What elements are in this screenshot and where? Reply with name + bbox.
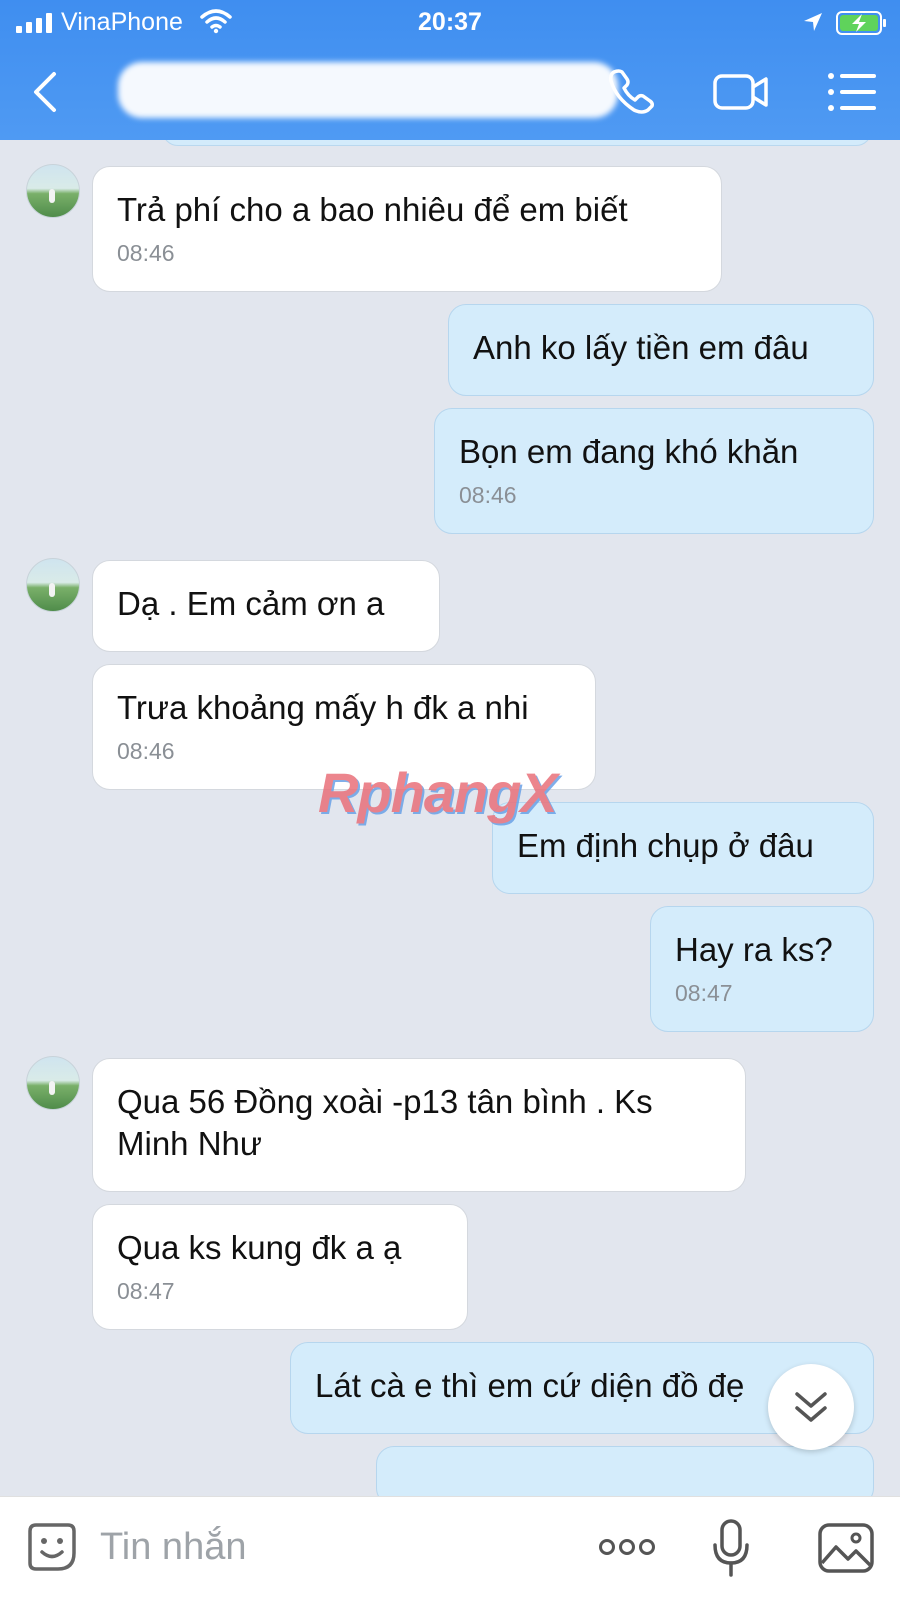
message-bubble-partial [376, 1446, 874, 1496]
message-bubble-incoming[interactable]: Qua 56 Đồng xoài -p13 tân bình . Ks Minh… [92, 1058, 746, 1192]
watermark: RphangX [318, 761, 558, 824]
phone-icon[interactable] [604, 66, 662, 118]
message-bubble-incoming[interactable]: Trả phí cho a bao nhiêu để em biết 08:46 [92, 166, 722, 292]
more-icon[interactable] [598, 1535, 656, 1559]
chevron-double-down-icon [795, 1392, 827, 1422]
message-time: 08:46 [459, 482, 517, 508]
message-text: Lát cà e thì em cứ diện đồ đẹ [315, 1367, 745, 1404]
message-text: Em định chụp ở đâu [517, 827, 814, 864]
message-time: 08:47 [675, 980, 733, 1006]
contact-name-redacted[interactable] [118, 62, 618, 118]
message-input[interactable] [100, 1521, 560, 1573]
message-text: Trả phí cho a bao nhiêu để em biết [117, 191, 628, 228]
message-text: Trưa khoảng mấy h đk a nhi [117, 689, 529, 726]
message-bubble-incoming[interactable]: Qua ks kung đk a ạ 08:47 [92, 1204, 468, 1330]
message-text: Qua 56 Đồng xoài -p13 tân bình . Ks Minh… [117, 1083, 653, 1162]
message-bubble-partial [162, 140, 872, 146]
chat-header: VinaPhone 20:37 [0, 0, 900, 140]
battery-icon [836, 11, 886, 35]
status-bar: VinaPhone 20:37 [0, 0, 900, 46]
contact-avatar[interactable] [26, 1056, 80, 1110]
contact-avatar[interactable] [26, 164, 80, 218]
message-bubble-outgoing[interactable]: Hay ra ks? 08:47 [650, 906, 874, 1032]
message-bubble-outgoing[interactable]: Anh ko lấy tiền em đâu [448, 304, 874, 396]
message-time: 08:46 [117, 240, 175, 266]
message-bubble-incoming[interactable]: Dạ . Em cảm ơn a [92, 560, 440, 652]
image-icon[interactable] [818, 1523, 874, 1573]
video-camera-icon[interactable] [712, 66, 770, 118]
message-bubble-outgoing[interactable]: Bọn em đang khó khăn 08:46 [434, 408, 874, 534]
message-text: Bọn em đang khó khăn [459, 433, 799, 470]
message-input-bar [0, 1496, 900, 1600]
message-text: Dạ . Em cảm ơn a [117, 585, 385, 622]
back-icon[interactable] [28, 70, 64, 114]
status-time: 20:37 [418, 8, 482, 36]
message-text: Anh ko lấy tiền em đâu [473, 329, 809, 366]
message-text: Qua ks kung đk a ạ [117, 1229, 402, 1266]
message-time: 08:47 [117, 1278, 175, 1304]
location-icon [804, 13, 822, 31]
mic-icon[interactable] [712, 1519, 750, 1577]
scroll-to-bottom-button[interactable] [768, 1364, 854, 1450]
contact-avatar[interactable] [26, 558, 80, 612]
message-text: Hay ra ks? [675, 931, 833, 968]
sticker-icon[interactable] [26, 1521, 78, 1573]
menu-icon[interactable] [826, 66, 878, 118]
